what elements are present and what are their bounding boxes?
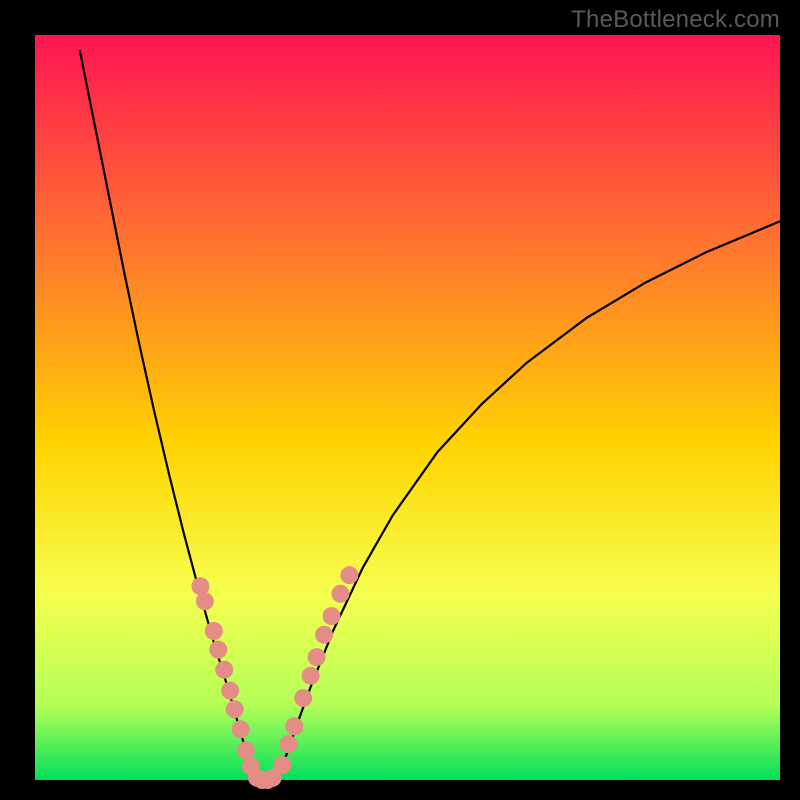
data-marker <box>215 661 233 679</box>
data-marker <box>273 756 291 774</box>
bottleneck-chart <box>0 0 800 800</box>
data-marker <box>302 667 320 685</box>
data-marker <box>196 592 214 610</box>
plot-background <box>35 35 780 780</box>
data-marker <box>232 720 250 738</box>
data-marker <box>315 626 333 644</box>
data-marker <box>294 689 312 707</box>
data-marker <box>226 700 244 718</box>
watermark-label: TheBottleneck.com <box>571 6 780 34</box>
data-marker <box>308 648 326 666</box>
data-marker <box>331 585 349 603</box>
data-marker <box>209 641 227 659</box>
data-marker <box>237 741 255 759</box>
data-marker <box>285 717 303 735</box>
data-marker <box>279 735 297 753</box>
data-marker <box>323 607 341 625</box>
data-marker <box>205 622 223 640</box>
data-marker <box>340 566 358 584</box>
data-marker <box>221 682 239 700</box>
chart-container: TheBottleneck.com <box>0 0 800 800</box>
